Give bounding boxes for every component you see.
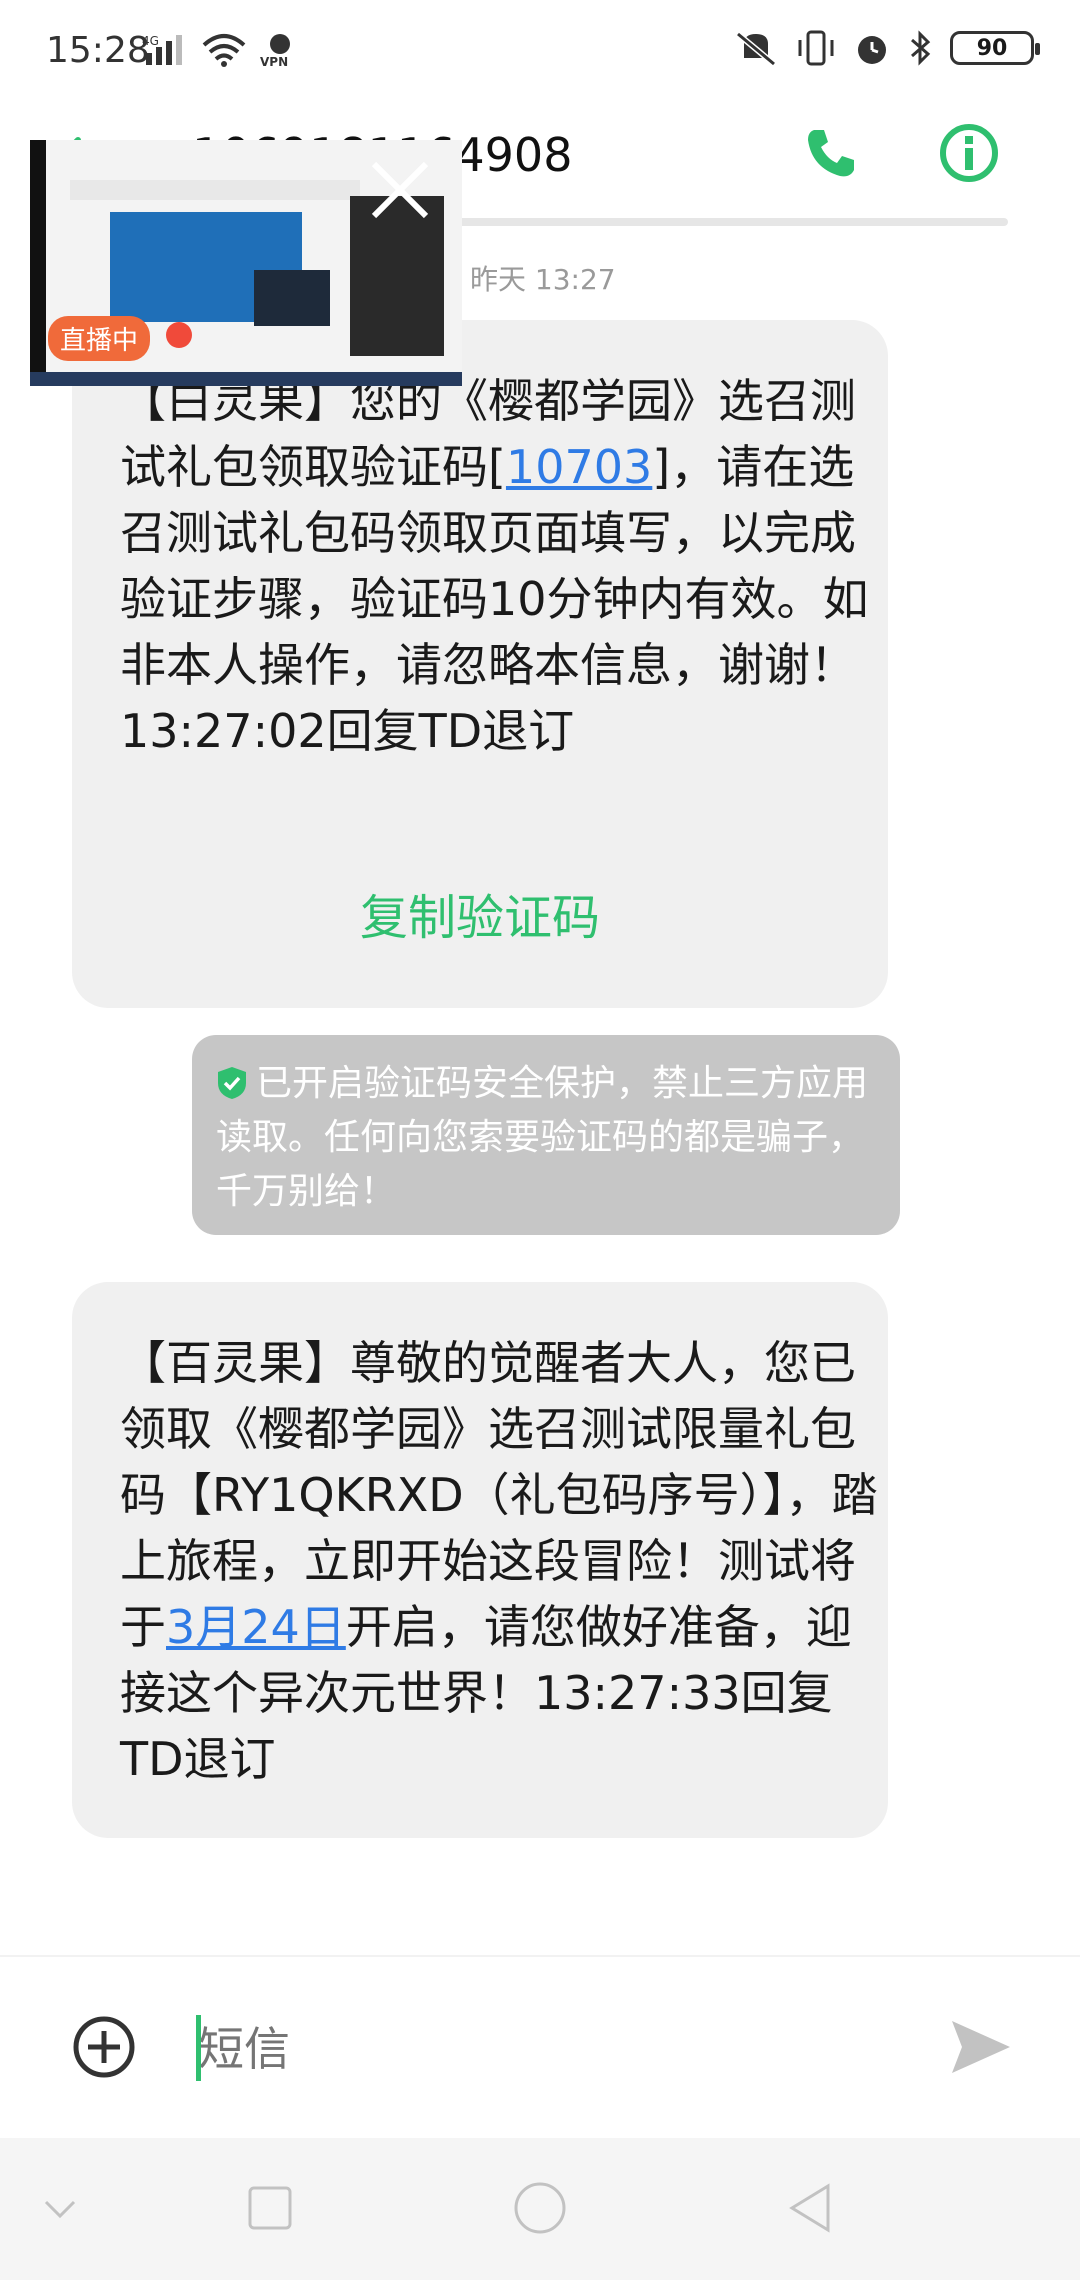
message-bubble[interactable]: 【百灵果】尊敬的觉醒者大人，您已领取《樱都学园》选召测试限量礼包码【RY1QKR… — [72, 1282, 888, 1838]
message-bubble[interactable]: 【白灵果】您的《樱都学园》选召测试礼包领取验证码[10703]，请在选召测试礼包… — [72, 320, 888, 1008]
compose-bar — [0, 1955, 1080, 2140]
recents-icon[interactable] — [240, 2178, 300, 2238]
text-cursor — [196, 2015, 201, 2081]
system-navigation-bar — [0, 2138, 1080, 2280]
security-notice-label: 已开启验证码安全保护，禁止三方应用读取。任何向您索要验证码的都是骗子，千万别给！ — [216, 1063, 869, 1212]
message-text: 【百灵果】尊敬的觉醒者大人，您已领取《樱都学园》选召测试限量礼包码【RY1QKR… — [120, 1330, 880, 1792]
signal-icon: 4G — [142, 34, 182, 65]
sms-input[interactable] — [196, 2013, 900, 2085]
bluetooth-icon — [911, 30, 931, 66]
send-icon[interactable] — [948, 2017, 1014, 2077]
shield-check-icon — [218, 1067, 246, 1099]
plus-circle-icon[interactable] — [72, 2015, 136, 2079]
status-bar: 15:28 4G VPN 90 — [0, 0, 1080, 100]
alarm-icon — [858, 36, 886, 64]
security-notice: 已开启验证码安全保护，禁止三方应用读取。任何向您索要验证码的都是骗子，千万别给！ — [192, 1035, 900, 1235]
phone-icon[interactable] — [800, 124, 860, 184]
home-icon[interactable] — [510, 2178, 570, 2238]
info-icon[interactable] — [938, 122, 1000, 184]
vpn-label: VPN — [260, 55, 288, 68]
close-icon[interactable] — [360, 150, 440, 230]
live-badge: 直播中 — [48, 316, 151, 361]
verification-code-link[interactable]: 10703 — [506, 440, 652, 494]
copy-code-button[interactable]: 复制验证码 — [72, 878, 888, 948]
chevron-down-icon[interactable] — [30, 2178, 90, 2238]
recording-dot — [166, 322, 192, 348]
status-time: 15:28 — [46, 30, 150, 71]
wifi-icon — [202, 34, 246, 67]
network-type: 4G — [142, 34, 159, 48]
status-icons-left: 4G VPN — [142, 32, 304, 68]
back-icon[interactable] — [780, 2178, 840, 2238]
vpn-icon: VPN — [260, 34, 290, 68]
message-date: 昨天 13:27 — [470, 263, 616, 296]
status-icons-right: 90 — [734, 30, 1040, 66]
mute-icon — [736, 31, 776, 66]
date-link[interactable]: 3月24日 — [166, 1600, 346, 1654]
battery-indicator: 90 — [950, 31, 1040, 65]
header-divider — [430, 218, 1008, 226]
security-notice-text: 已开启验证码安全保护，禁止三方应用读取。任何向您索要验证码的都是骗子，千万别给！ — [216, 1057, 886, 1219]
live-broadcast-overlay[interactable]: 直播中 — [30, 140, 462, 386]
message-text: 【白灵果】您的《樱都学园》选召测试礼包领取验证码[10703]，请在选召测试礼包… — [120, 368, 880, 764]
vibrate-icon — [798, 30, 834, 66]
